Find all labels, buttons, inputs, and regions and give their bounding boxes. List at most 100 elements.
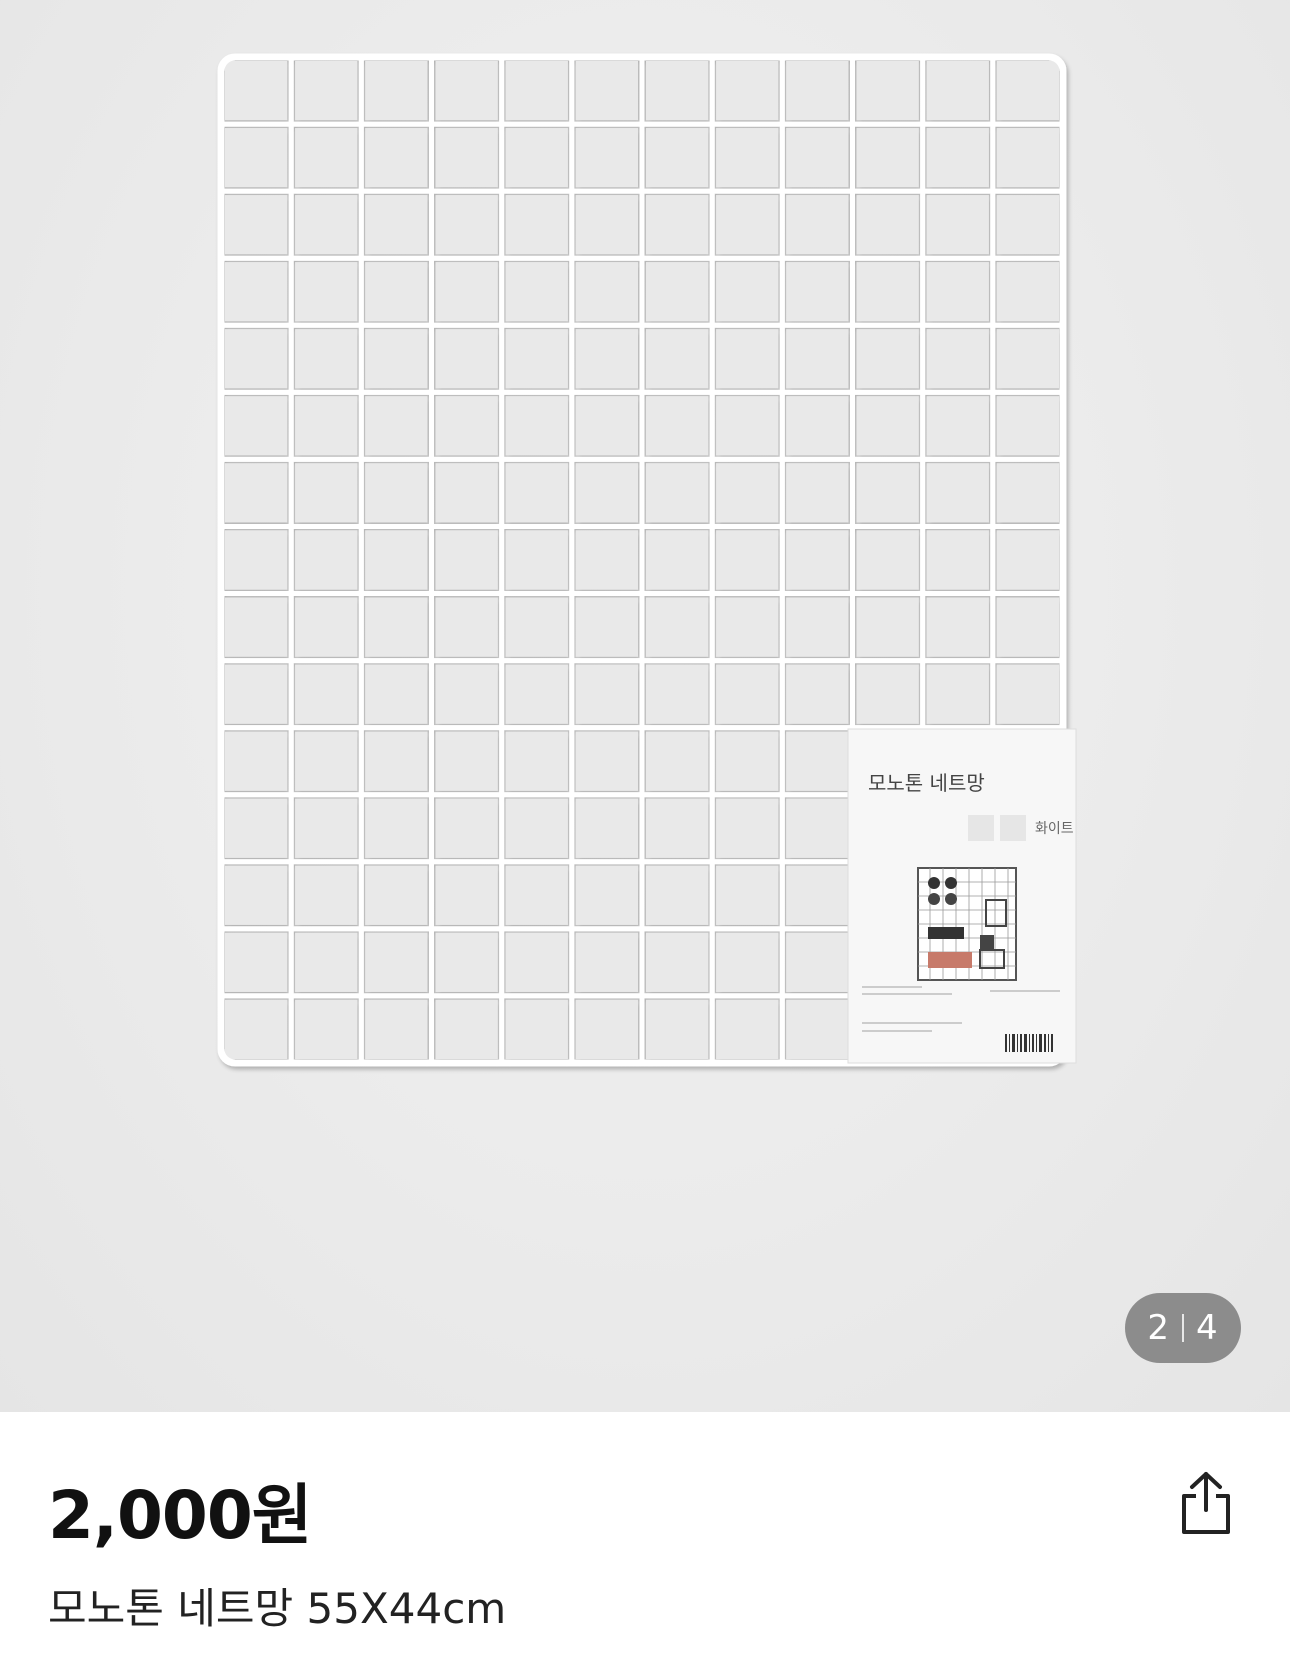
grid-cell [926,61,989,121]
grid-cell [295,61,358,121]
grid-cell [646,664,709,724]
image-page-indicator: 2 4 [1125,1293,1241,1363]
grid-cell [716,597,779,657]
grid-cell [575,664,638,724]
grid-cell [505,597,568,657]
grid-cell [716,664,779,724]
grid-cell [225,61,288,121]
product-detail-screen: 모노톤 네트망 화이트 2 4 2,000원 모노톤 네트망 55X44cm [0,0,1290,1659]
page-separator [1182,1314,1184,1342]
grid-cell [295,798,358,858]
grid-cell [505,798,568,858]
grid-cell [435,664,498,724]
grid-cell [435,128,498,188]
grid-cell [435,731,498,791]
grid-cell [786,731,849,791]
grid-cell [575,530,638,590]
grid-cell [225,530,288,590]
grid-cell [295,463,358,523]
grid-cell [646,61,709,121]
grid-cell [716,262,779,322]
grid-cell [225,262,288,322]
grid-cell [786,262,849,322]
grid-cell [786,329,849,389]
grid-cell [646,195,709,255]
product-image-gallery[interactable]: 모노톤 네트망 화이트 2 4 [0,0,1290,1412]
grid-cell [365,597,428,657]
grid-cell [295,731,358,791]
grid-cell [716,798,779,858]
share-button[interactable] [1176,1470,1236,1536]
grid-cell [365,664,428,724]
grid-cell [575,195,638,255]
grid-cell [435,329,498,389]
grid-cell [646,932,709,992]
grid-cell [225,597,288,657]
grid-cell [225,329,288,389]
grid-cell [505,262,568,322]
grid-cell [926,396,989,456]
grid-cell [716,530,779,590]
grid-cell [575,865,638,925]
grid-cell [295,530,358,590]
grid-cell [225,128,288,188]
grid-cell [505,61,568,121]
grid-cell [225,798,288,858]
grid-cell [295,865,358,925]
grid-cell [786,999,849,1059]
grid-cell [435,798,498,858]
share-icon [1182,1472,1230,1534]
grid-cell [365,195,428,255]
product-price: 2,000원 [48,1477,312,1554]
grid-cell [435,932,498,992]
product-title: 모노톤 네트망 55X44cm [48,1584,507,1633]
grid-cell [505,731,568,791]
grid-cell [435,999,498,1059]
grid-cell [505,329,568,389]
grid-cell [786,664,849,724]
grid-cell [716,865,779,925]
grid-cell [646,329,709,389]
grid-cell [435,865,498,925]
grid-cell [295,262,358,322]
grid-cell [996,195,1059,255]
grid-cell [295,128,358,188]
package-label-color: 화이트 [1035,821,1074,837]
grid-cell [996,463,1059,523]
grid-cell [575,128,638,188]
grid-cell [926,597,989,657]
grid-cell [575,798,638,858]
grid-cell [225,932,288,992]
grid-cell [856,329,919,389]
grid-cell [365,396,428,456]
grid-cell [225,731,288,791]
grid-cell [646,731,709,791]
grid-cell [926,664,989,724]
grid-cell [996,664,1059,724]
grid-cell [365,61,428,121]
grid-cell [365,999,428,1059]
grid-cell [365,463,428,523]
grid-cell [505,530,568,590]
grid-cell [365,932,428,992]
grid-cell [435,530,498,590]
grid-cell [295,195,358,255]
grid-cell [295,329,358,389]
grid-cell [996,262,1059,322]
grid-cell [225,463,288,523]
grid-cell [435,463,498,523]
grid-cell [786,932,849,992]
grid-cell [365,329,428,389]
grid-cell [996,530,1059,590]
grid-cell [786,463,849,523]
grid-cell [786,530,849,590]
grid-cell [646,128,709,188]
grid-cell [365,731,428,791]
grid-cell [505,463,568,523]
grid-cell [435,396,498,456]
grid-cell [856,396,919,456]
total-pages: 4 [1196,1308,1219,1348]
grid-cell [575,731,638,791]
product-image: 모노톤 네트망 화이트 [217,53,1077,1067]
grid-cell [435,61,498,121]
